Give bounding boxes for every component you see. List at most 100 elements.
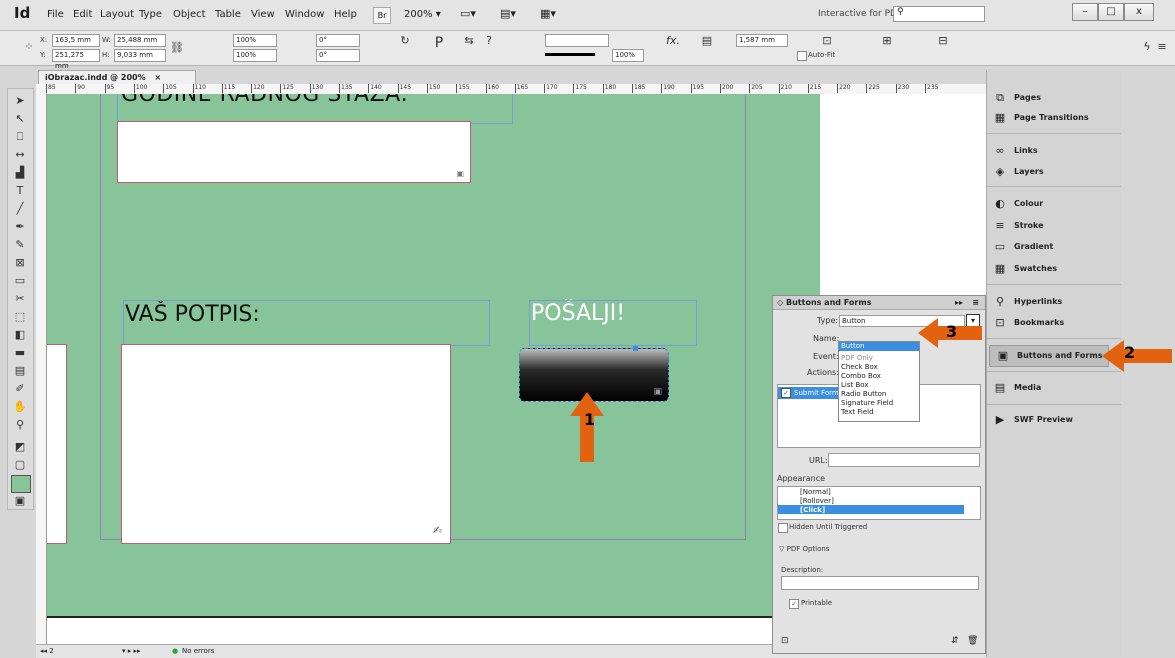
menu-file[interactable]: File: [47, 9, 64, 20]
rectangle-frame-tool-icon[interactable]: ⊠: [11, 255, 29, 271]
stroke-weight-field[interactable]: 1,587 mm: [736, 34, 788, 47]
document-tab[interactable]: iObrazac.indd @ 200% ×: [38, 70, 196, 85]
reference-point-icon[interactable]: ⁘: [22, 40, 36, 54]
page-tool-icon[interactable]: ⎕: [11, 129, 29, 145]
panel-layers[interactable]: ◈ Layers: [987, 162, 1121, 182]
scale-y-field[interactable]: 100%: [233, 49, 277, 62]
formatting-icon[interactable]: ▢: [11, 457, 29, 473]
fill-stroke-icon[interactable]: ◩: [11, 439, 29, 455]
normal-view-icon[interactable]: [11, 475, 31, 493]
lightning-icon[interactable]: ϟ: [1140, 40, 1154, 54]
page-navigator[interactable]: ◂◂ 2: [40, 647, 54, 655]
view-options-icon[interactable]: ▤▾: [500, 7, 516, 20]
rectangle-tool-icon[interactable]: ▭: [11, 273, 29, 289]
search-input[interactable]: ⚲: [893, 6, 985, 22]
align-icon[interactable]: ⊞: [880, 34, 894, 48]
panel-media[interactable]: ▤ Media: [987, 378, 1121, 398]
opacity-field[interactable]: 100%: [612, 49, 644, 62]
selection-tool-icon[interactable]: ➤: [11, 93, 29, 109]
fitting-icon[interactable]: ⊡: [820, 34, 834, 48]
height-field[interactable]: 9,033 mm: [114, 49, 166, 62]
years-of-service-field[interactable]: ▣: [117, 121, 471, 183]
option-combo-box[interactable]: Combo Box: [841, 372, 881, 380]
printable-checkbox[interactable]: ✓: [789, 599, 799, 609]
eyedropper-tool-icon[interactable]: ✐: [11, 381, 29, 397]
pen-tool-icon[interactable]: ✒: [11, 219, 29, 235]
signature-field[interactable]: ✍: [121, 344, 451, 544]
zoom-tool-icon[interactable]: ⚲: [11, 417, 29, 433]
scissors-tool-icon[interactable]: ✂: [11, 291, 29, 307]
free-transform-tool-icon[interactable]: ⬚: [11, 309, 29, 325]
type-tool-icon[interactable]: T: [11, 183, 29, 199]
panel-swf-preview[interactable]: ▶ SWF Preview: [987, 410, 1121, 430]
rotate-icon[interactable]: ↻: [398, 34, 412, 48]
screen-mode-tool-icon[interactable]: ▣: [11, 493, 29, 509]
panel-colour[interactable]: ◐ Colour: [987, 194, 1121, 214]
convert-object-icon[interactable]: ⇵: [951, 636, 959, 646]
document-tab-close-icon[interactable]: ×: [154, 73, 161, 82]
panel-bookmarks[interactable]: ⊡ Bookmarks: [987, 313, 1121, 333]
panel-stroke[interactable]: ≡ Stroke: [987, 216, 1121, 236]
option-signature-field[interactable]: Signature Field: [841, 399, 893, 407]
direct-selection-tool-icon[interactable]: ↖: [11, 111, 29, 127]
option-list-box[interactable]: List Box: [841, 381, 868, 389]
zoom-level[interactable]: 200% ▾: [404, 9, 441, 20]
y-field[interactable]: 251,275 mm: [52, 49, 100, 70]
menu-type[interactable]: Type: [139, 9, 162, 20]
url-input[interactable]: [828, 453, 980, 467]
description-input[interactable]: [781, 576, 979, 590]
gradient-tool-icon[interactable]: ◧: [11, 327, 29, 343]
help-frame-icon[interactable]: ?: [482, 34, 496, 48]
option-radio-button[interactable]: Radio Button: [841, 390, 886, 398]
menu-edit[interactable]: Edit: [73, 9, 92, 20]
preflight-status[interactable]: No errors: [182, 647, 214, 655]
distribute-icon[interactable]: ⊟: [936, 34, 950, 48]
line-tool-icon[interactable]: ╱: [11, 201, 29, 217]
menu-table[interactable]: Table: [215, 9, 241, 20]
preview-icon[interactable]: ⊡: [781, 636, 789, 646]
screen-mode-icon[interactable]: ▭▾: [460, 7, 476, 20]
autofit-checkbox[interactable]: [797, 51, 807, 61]
fill-swatch-field[interactable]: [545, 34, 609, 47]
menu-layout[interactable]: Layout: [100, 9, 134, 20]
panel-hyperlinks[interactable]: ⚲ Hyperlinks: [987, 292, 1121, 312]
p-frame-icon[interactable]: P: [432, 36, 446, 50]
state-click[interactable]: [Click]: [778, 505, 964, 514]
panel-expand-icon[interactable]: ▸▸: [955, 296, 963, 309]
option-check-box[interactable]: Check Box: [841, 363, 878, 371]
minimize-button[interactable]: –: [1072, 3, 1098, 21]
panel-buttons-and-forms[interactable]: ▣ Buttons and Forms: [989, 345, 1109, 367]
panel-gradient[interactable]: ▭ Gradient: [987, 237, 1121, 257]
panel-links[interactable]: ∞ Links: [987, 141, 1121, 161]
vertical-ruler[interactable]: [36, 94, 47, 644]
shear-angle-field[interactable]: 0°: [316, 49, 360, 62]
panel-pages[interactable]: ⧉ Pages: [987, 88, 1121, 108]
text-wrap-icon[interactable]: ▤: [700, 34, 714, 48]
selection-handle[interactable]: [633, 346, 638, 351]
pencil-tool-icon[interactable]: ✎: [11, 237, 29, 253]
option-text-field[interactable]: Text Field: [841, 408, 874, 416]
menu-view[interactable]: View: [251, 9, 275, 20]
maximize-button[interactable]: □: [1098, 3, 1124, 21]
pdf-options-toggle[interactable]: ▽ PDF Options: [779, 545, 829, 553]
constrain-proportions-icon[interactable]: ⛓: [170, 41, 184, 55]
bridge-button[interactable]: Br: [373, 7, 391, 24]
panel-swatches[interactable]: ▦ Swatches: [987, 259, 1121, 279]
delete-icon[interactable]: 🗑: [967, 636, 978, 646]
width-field[interactable]: 25,488 mm: [114, 34, 166, 47]
stroke-line-icon[interactable]: [545, 53, 595, 56]
panel-options-icon[interactable]: ≡: [972, 296, 979, 309]
content-collector-icon[interactable]: ▟: [11, 165, 29, 181]
scale-x-field[interactable]: 100%: [233, 34, 277, 47]
option-button[interactable]: Button: [839, 342, 919, 351]
collapse-icon[interactable]: ◇: [777, 296, 783, 309]
hidden-until-triggered-checkbox[interactable]: [778, 523, 788, 533]
arrange-documents-icon[interactable]: ▦▾: [540, 7, 556, 20]
flip-horizontal-icon[interactable]: ⇆: [462, 34, 476, 48]
page-next-controls[interactable]: ▾ ▸ ▸▸: [122, 647, 141, 655]
note-tool-icon[interactable]: ▤: [11, 363, 29, 379]
gradient-feather-tool-icon[interactable]: ▬: [11, 345, 29, 361]
panel-page-transitions[interactable]: ▦ Page Transitions: [987, 108, 1121, 128]
hand-tool-icon[interactable]: ✋: [11, 399, 29, 415]
action-submit-form[interactable]: ✓ Submit Form: [778, 387, 840, 399]
